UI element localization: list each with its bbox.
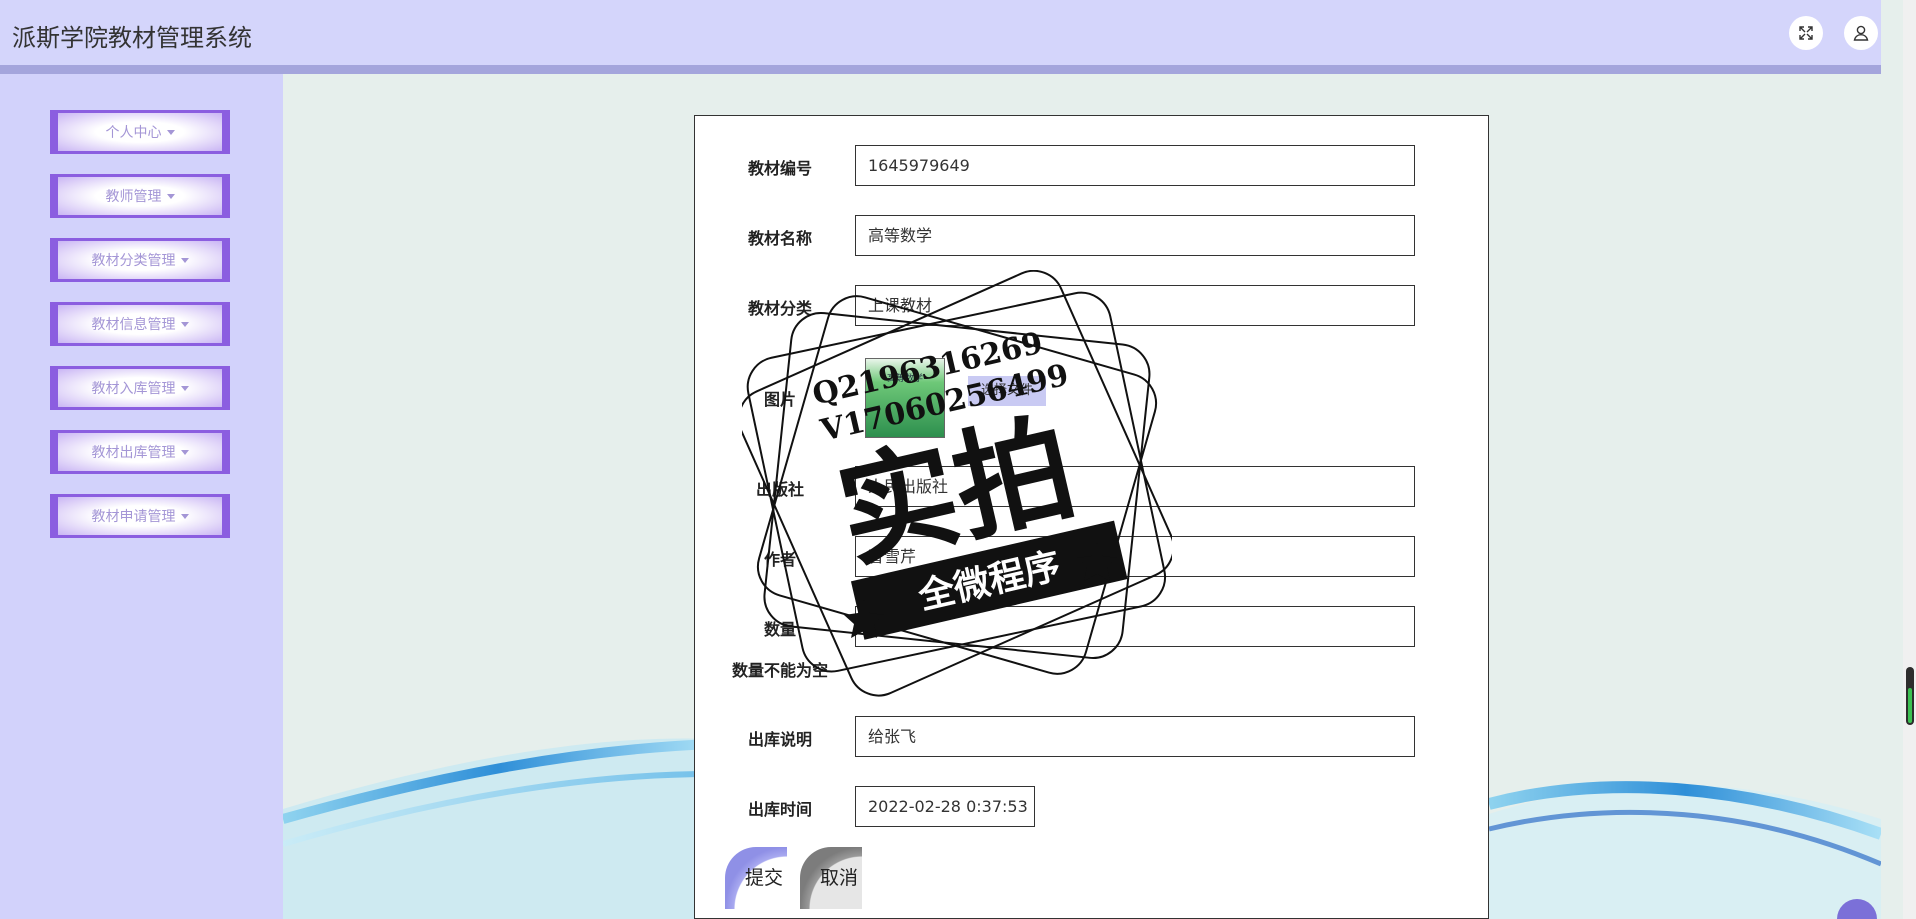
author-label: 作者 bbox=[764, 550, 797, 569]
sidebar: 个人中心 教师管理 教材分类管理 教材信息管理 教材入库管理 教材出库管理 教材… bbox=[0, 74, 283, 919]
submit-button[interactable]: 提交 bbox=[725, 847, 787, 909]
sidebar-item-label: 教材出库管理 bbox=[91, 445, 176, 461]
page-scrollbar[interactable] bbox=[1903, 0, 1916, 919]
category-label: 教材分类 bbox=[748, 299, 813, 318]
caret-down-icon bbox=[180, 321, 189, 327]
fullscreen-button[interactable] bbox=[1789, 16, 1823, 50]
quantity-field[interactable]: 18 bbox=[855, 606, 1415, 647]
name-label: 教材名称 bbox=[748, 229, 813, 248]
caret-down-icon bbox=[166, 193, 175, 199]
note-label: 出库说明 bbox=[748, 730, 813, 749]
sidebar-item-label: 个人中心 bbox=[105, 125, 162, 141]
sidebar-item-label: 教材分类管理 bbox=[91, 253, 176, 269]
sidebar-item-teacher-management[interactable]: 教师管理 bbox=[50, 174, 230, 218]
submit-label: 提交 bbox=[745, 867, 784, 889]
name-field[interactable]: 高等数学 bbox=[855, 215, 1415, 256]
sidebar-item-stock-in-management[interactable]: 教材入库管理 bbox=[50, 366, 230, 410]
choose-file-button[interactable]: 选择文件 bbox=[968, 376, 1046, 406]
author-field[interactable]: 曹雪芹 bbox=[855, 536, 1415, 577]
sidebar-item-label: 教材申请管理 bbox=[91, 509, 176, 525]
stock-out-form: 教材编号 1645979649 教材名称 高等数学 教材分类 上课教材 图片 高… bbox=[694, 115, 1489, 919]
user-icon bbox=[1853, 25, 1869, 41]
quantity-error-message: 数量不能为空 bbox=[732, 661, 829, 680]
caret-down-icon bbox=[180, 513, 189, 519]
top-bar: 派斯学院教材管理系统 bbox=[0, 0, 1881, 65]
caret-down-icon bbox=[180, 257, 189, 263]
textbook-cover-image: 高等数学 bbox=[865, 358, 945, 438]
caret-down-icon bbox=[166, 129, 175, 135]
image-label: 图片 bbox=[764, 390, 797, 409]
note-field[interactable]: 给张飞 bbox=[855, 716, 1415, 757]
sidebar-item-application-management[interactable]: 教材申请管理 bbox=[50, 494, 230, 538]
sidebar-item-category-management[interactable]: 教材分类管理 bbox=[50, 238, 230, 282]
time-field[interactable]: 2022-02-28 0:37:53 bbox=[855, 786, 1035, 827]
sidebar-item-label: 教师管理 bbox=[105, 189, 162, 205]
sidebar-item-textbook-info-management[interactable]: 教材信息管理 bbox=[50, 302, 230, 346]
publisher-field[interactable]: 人民出版社 bbox=[855, 466, 1415, 507]
category-field[interactable]: 上课教材 bbox=[855, 285, 1415, 326]
scrollbar-indicator bbox=[1908, 688, 1912, 723]
quantity-label: 数量 bbox=[764, 620, 797, 639]
caret-down-icon bbox=[180, 385, 189, 391]
cancel-button[interactable]: 取消 bbox=[800, 847, 862, 909]
caret-down-icon bbox=[180, 449, 189, 455]
sidebar-item-stock-out-management[interactable]: 教材出库管理 bbox=[50, 430, 230, 474]
cancel-label: 取消 bbox=[820, 867, 859, 889]
code-field[interactable]: 1645979649 bbox=[855, 145, 1415, 186]
sidebar-item-label: 教材入库管理 bbox=[91, 381, 176, 397]
sidebar-item-label: 教材信息管理 bbox=[91, 317, 176, 333]
publisher-label: 出版社 bbox=[756, 480, 805, 499]
app-title: 派斯学院教材管理系统 bbox=[12, 24, 252, 52]
cover-caption: 高等数学 bbox=[886, 374, 923, 384]
header-divider bbox=[0, 65, 1881, 74]
time-label: 出库时间 bbox=[748, 800, 813, 819]
sidebar-item-personal-center[interactable]: 个人中心 bbox=[50, 110, 230, 154]
expand-icon bbox=[1799, 26, 1813, 40]
code-label: 教材编号 bbox=[748, 159, 813, 178]
user-menu-button[interactable] bbox=[1844, 16, 1878, 50]
